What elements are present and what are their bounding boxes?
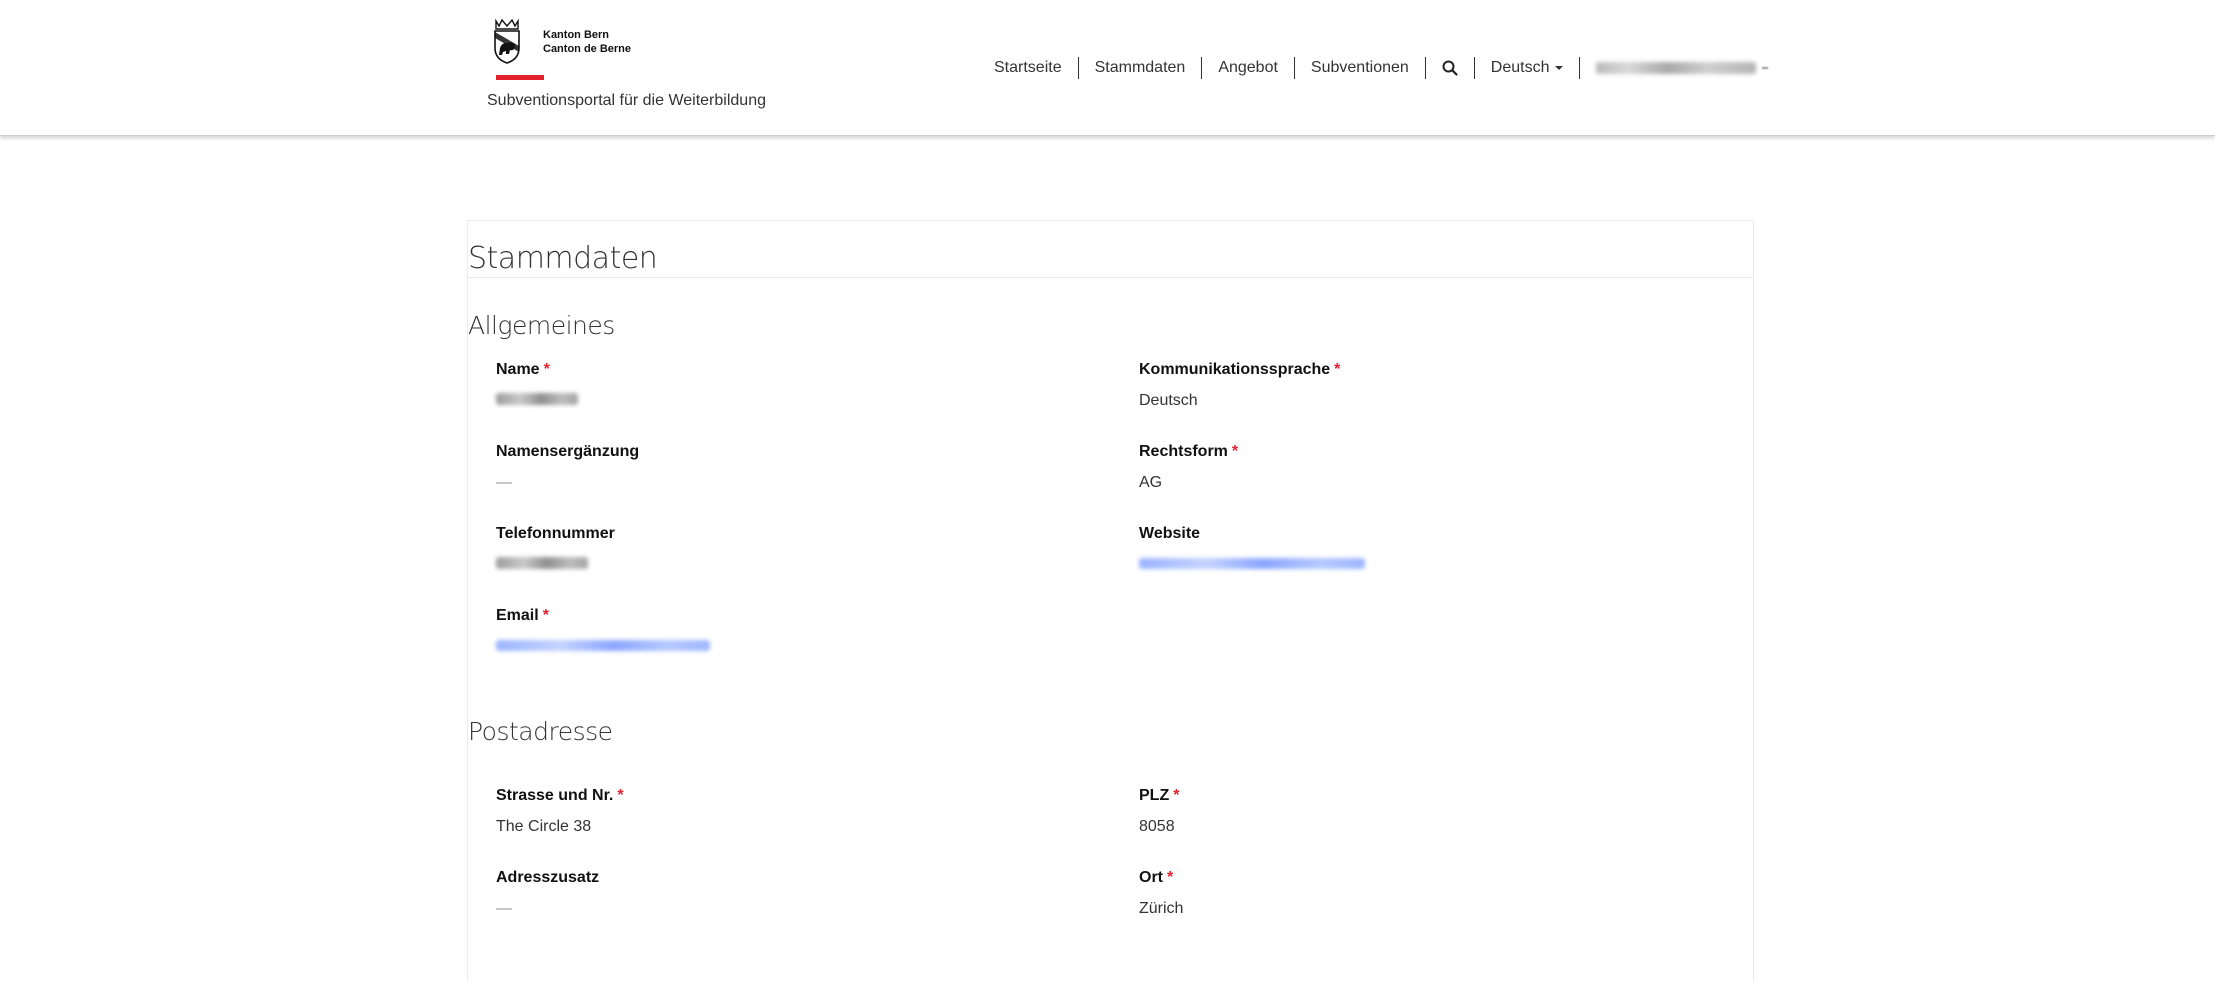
- logout-icon: [1762, 66, 1769, 69]
- main-navigation: Startseite Stammdaten Angebot Subvention…: [979, 56, 1784, 80]
- search-icon: [1442, 60, 1458, 76]
- phone-value-redacted: [496, 557, 588, 569]
- field-label: Namensergänzung: [496, 443, 640, 460]
- field-label: Rechtsform *: [1139, 443, 1699, 461]
- email-link-redacted[interactable]: [496, 640, 710, 651]
- required-marker: *: [617, 787, 624, 804]
- field-value: Zürich: [1139, 900, 1184, 917]
- site-header: Kanton Bern Canton de Berne Subventionsp…: [0, 0, 2215, 136]
- portal-title: Subventionsportal für die Weiterbildung: [487, 92, 766, 109]
- field-street: Strasse und Nr. * The Circle 38: [496, 787, 1056, 836]
- field-city: Ort * Zürich: [1139, 869, 1699, 918]
- required-marker: *: [1231, 443, 1239, 460]
- user-menu[interactable]: [1580, 57, 1784, 79]
- required-marker: *: [542, 607, 549, 624]
- field-value: [1139, 556, 1699, 574]
- field-value: —: [496, 474, 512, 491]
- field-label-text: Strasse und Nr.: [496, 787, 614, 804]
- field-label: Website: [1139, 525, 1201, 542]
- field-label: Name *: [496, 361, 1056, 379]
- field-value: 8058: [1139, 818, 1175, 835]
- user-name-redacted: [1596, 61, 1757, 74]
- field-label-text: Rechtsform: [1139, 443, 1228, 460]
- field-value: AG: [1139, 474, 1163, 491]
- field-legal-form: Rechtsform * AG: [1139, 443, 1699, 492]
- field-value: [496, 556, 1056, 574]
- page-title: Stammdaten: [468, 241, 658, 276]
- field-zip: PLZ * 8058: [1139, 787, 1699, 836]
- field-label: Ort *: [1139, 869, 1699, 887]
- bern-crest-icon: [494, 18, 520, 64]
- required-marker: *: [1167, 869, 1174, 886]
- field-address-extra: Adresszusatz —: [496, 869, 1056, 918]
- field-value: Deutsch: [1139, 392, 1198, 409]
- language-selector-label: Deutsch: [1490, 59, 1550, 76]
- field-label-text: Email: [496, 607, 539, 624]
- required-marker: *: [1334, 361, 1341, 378]
- chevron-down-icon: [1555, 65, 1564, 70]
- nav-subsidies[interactable]: Subventionen: [1295, 57, 1426, 79]
- required-marker: *: [1173, 787, 1180, 804]
- field-label-text: PLZ: [1139, 787, 1170, 804]
- field-name-suffix: Namensergänzung —: [496, 443, 1056, 492]
- field-phone: Telefonnummer: [496, 525, 1056, 574]
- title-divider: [468, 277, 1753, 278]
- field-website: Website: [1139, 525, 1699, 574]
- field-value: [496, 638, 1056, 656]
- field-label-text: Ort: [1139, 869, 1163, 886]
- field-value: The Circle 38: [496, 818, 592, 835]
- section-title-general: Allgemeines: [468, 311, 615, 340]
- canton-name-de: Kanton Bern: [543, 29, 609, 41]
- field-communication-language: Kommunikationssprache * Deutsch: [1139, 361, 1699, 410]
- field-label: Adresszusatz: [496, 869, 600, 886]
- master-data-card: Stammdaten Allgemeines Name * Kommunikati…: [467, 220, 1754, 981]
- field-value: [496, 392, 1056, 410]
- field-email: Email *: [496, 607, 1056, 656]
- field-label: Email *: [496, 607, 1056, 625]
- field-value: —: [496, 900, 512, 917]
- field-label-text: Name: [496, 361, 540, 378]
- nav-offer[interactable]: Angebot: [1202, 57, 1295, 79]
- search-button[interactable]: [1426, 57, 1475, 79]
- logo-accent-bar: [496, 75, 544, 80]
- nav-home[interactable]: Startseite: [979, 57, 1079, 79]
- language-selector[interactable]: Deutsch: [1475, 57, 1581, 79]
- field-label-text: Kommunikationssprache: [1139, 361, 1331, 378]
- field-name: Name *: [496, 361, 1056, 410]
- canton-name: Kanton Bern Canton de Berne: [543, 28, 631, 56]
- nav-master-data[interactable]: Stammdaten: [1079, 57, 1203, 79]
- field-label: Telefonnummer: [496, 525, 615, 542]
- name-value-redacted: [496, 393, 578, 405]
- field-label: Strasse und Nr. *: [496, 787, 1056, 805]
- field-label: Kommunikationssprache *: [1139, 361, 1699, 379]
- field-label: PLZ *: [1139, 787, 1699, 805]
- required-marker: *: [543, 361, 550, 378]
- website-link-redacted[interactable]: [1139, 558, 1365, 569]
- section-title-postal: Postadresse: [468, 717, 613, 746]
- canton-name-fr: Canton de Berne: [543, 43, 632, 55]
